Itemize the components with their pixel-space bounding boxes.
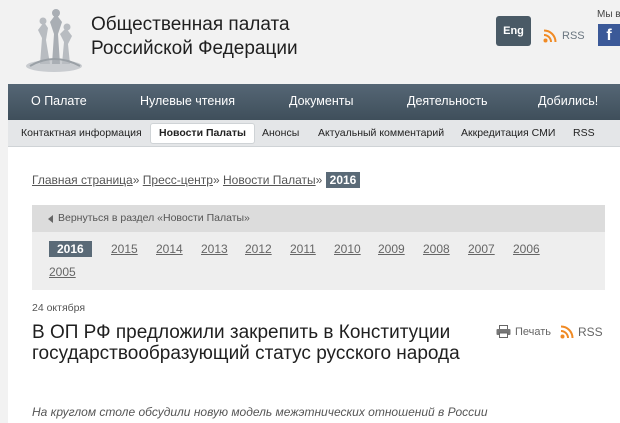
article-date: 24 октября <box>32 302 86 314</box>
year-2007[interactable]: 2007 <box>468 242 495 256</box>
subnav-chamber-news[interactable]: Новости Палаты <box>151 124 254 143</box>
year-2010[interactable]: 2010 <box>334 242 361 256</box>
facebook-icon[interactable]: f <box>598 24 620 46</box>
english-version-button[interactable]: Eng <box>496 16 531 46</box>
main-navigation: О Палате Нулевые чтения Документы Деятел… <box>8 84 620 120</box>
subnav-rss[interactable]: RSS <box>565 124 603 143</box>
year-2005[interactable]: 2005 <box>49 265 76 279</box>
back-to-section-link[interactable]: Вернуться в раздел «Новости Палаты» <box>32 205 605 232</box>
sub-navigation: Контактная информация Новости Палаты Ано… <box>8 120 620 147</box>
nav-item-zero-readings[interactable]: Нулевые чтения <box>140 84 235 118</box>
main-content: Главная страница» Пресс-центр» Новости П… <box>8 147 620 423</box>
breadcrumb-news[interactable]: Новости Палаты <box>223 173 316 187</box>
organization-name[interactable]: Общественная палата Российской Федерации <box>91 13 298 61</box>
subnav-contacts[interactable]: Контактная информация <box>13 124 150 143</box>
site-header: Общественная палата Российской Федерации… <box>0 0 620 84</box>
article-title: В ОП РФ предложили закрепить в Конституц… <box>32 322 460 364</box>
subnav-media-accreditation[interactable]: Аккредитация СМИ <box>453 124 563 143</box>
chamber-logo[interactable] <box>22 8 86 74</box>
year-2009[interactable]: 2009 <box>378 242 405 256</box>
year-2011[interactable]: 2011 <box>290 242 316 256</box>
year-2016[interactable]: 2016 <box>49 241 92 257</box>
arrow-left-icon <box>48 215 53 223</box>
nav-item-activity[interactable]: Деятельность <box>407 84 487 118</box>
year-2014[interactable]: 2014 <box>156 242 183 256</box>
article-rss-link[interactable]: RSS <box>560 325 603 339</box>
social-label: Мы в <box>597 9 620 20</box>
year-2012[interactable]: 2012 <box>245 242 272 256</box>
nav-item-about[interactable]: О Палате <box>31 84 87 118</box>
rss-icon <box>560 325 574 339</box>
breadcrumb: Главная страница» Пресс-центр» Новости П… <box>32 172 361 188</box>
year-2008[interactable]: 2008 <box>423 242 450 256</box>
article-lead: На круглом столе обсудили новую модель м… <box>32 405 488 419</box>
header-rss-link[interactable]: RSS <box>543 28 585 44</box>
printer-icon <box>496 325 511 338</box>
year-2015[interactable]: 2015 <box>111 242 138 256</box>
breadcrumb-press-center[interactable]: Пресс-центр <box>143 173 213 187</box>
nav-item-documents[interactable]: Документы <box>289 84 353 118</box>
year-2006[interactable]: 2006 <box>513 242 540 256</box>
year-2013[interactable]: 2013 <box>201 242 228 256</box>
subnav-announcements[interactable]: Анонсы <box>254 124 307 143</box>
nav-item-achievements[interactable]: Добились! <box>538 84 598 118</box>
breadcrumb-home[interactable]: Главная страница <box>32 173 133 187</box>
year-filter: 2016 2015 2014 2013 2012 2011 2010 2009 … <box>32 232 605 290</box>
subnav-commentary[interactable]: Актуальный комментарий <box>310 124 452 143</box>
rss-icon <box>543 29 557 43</box>
breadcrumb-current: 2016 <box>325 172 361 188</box>
print-link[interactable]: Печать <box>496 325 551 338</box>
